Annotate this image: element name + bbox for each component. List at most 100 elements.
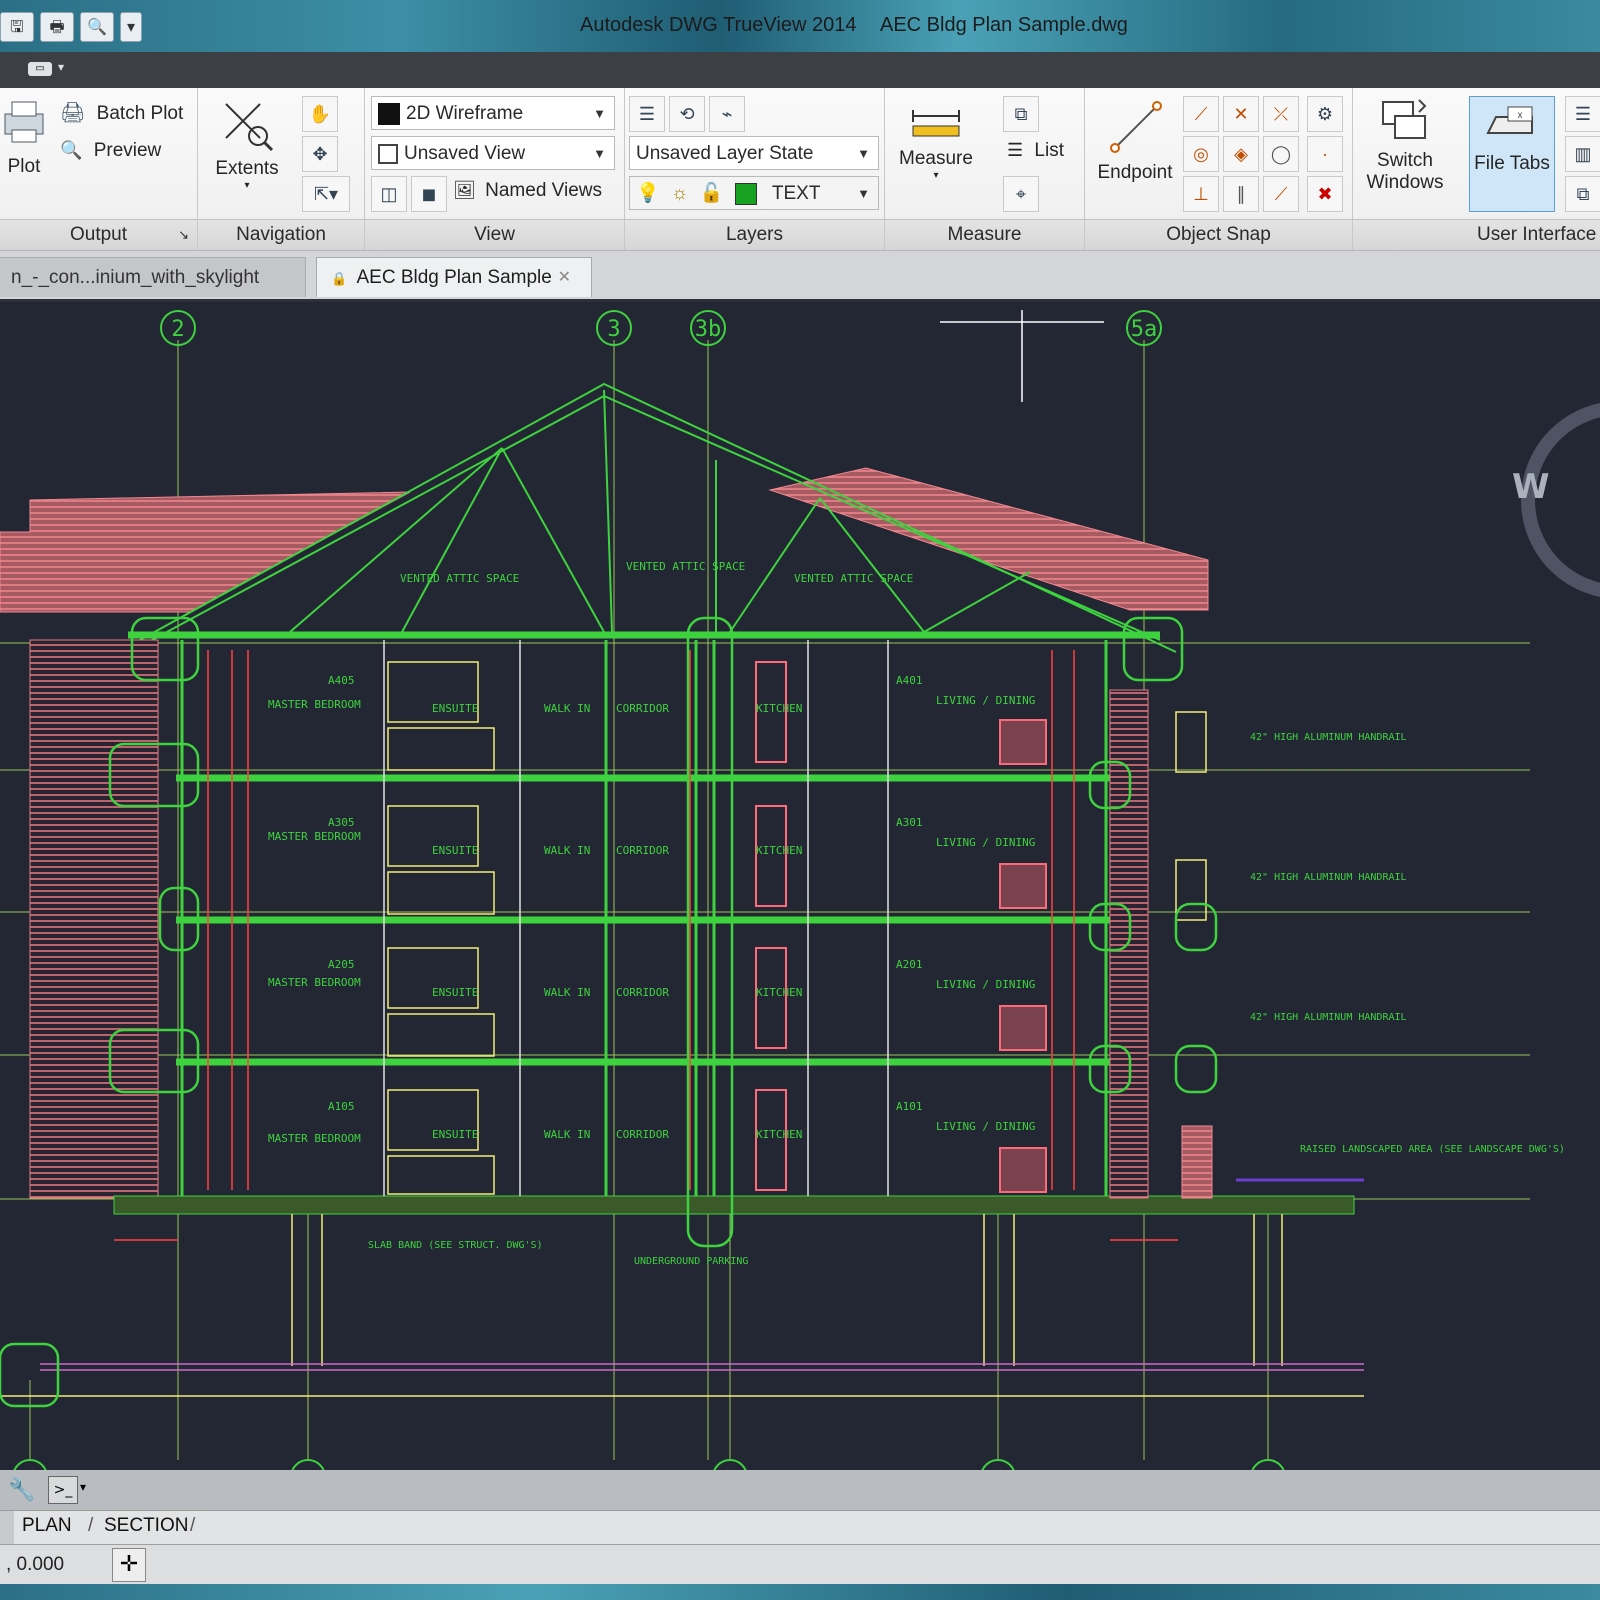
endpoint-button[interactable]: Endpoint: [1089, 96, 1181, 184]
command-line-icon[interactable]: >_: [48, 1476, 78, 1504]
nearest-snap-icon[interactable]: ⟋: [1263, 176, 1299, 212]
svg-text:x: x: [1518, 110, 1523, 121]
room-label: ENSUITE: [432, 986, 478, 999]
center-snap-icon[interactable]: ◎: [1183, 136, 1219, 172]
parallel-snap-icon[interactable]: ∥: [1223, 176, 1259, 212]
steering-wheel-icon[interactable]: ⇱▾: [302, 176, 350, 212]
measure-button[interactable]: Measure ▾: [887, 102, 985, 181]
named-view-value: Unsaved View: [404, 143, 526, 164]
file-tabs-button[interactable]: x File Tabs: [1469, 96, 1555, 212]
room-label: ENSUITE: [432, 844, 478, 857]
wrench-icon[interactable]: 🔧: [8, 1478, 35, 1503]
visual-style-icon: [378, 102, 400, 125]
parking-note: UNDERGROUND PARKING: [634, 1256, 748, 1267]
list-button[interactable]: ☰ List: [1007, 140, 1064, 162]
plot-label: Plot: [7, 156, 41, 177]
snap-off-icon[interactable]: ✖: [1307, 176, 1343, 212]
right-roof-hatch: [768, 467, 1209, 611]
snap-mode-icon[interactable]: ✛: [112, 1548, 146, 1582]
crosshair-cursor: [940, 310, 1104, 402]
file-tab-condominium[interactable]: n_-_con...inium_with_skylight: [0, 257, 306, 297]
save-icon[interactable]: 🖫: [0, 12, 34, 42]
perpendicular-snap-icon[interactable]: ⊥: [1183, 176, 1219, 212]
chevron-down-icon[interactable]: ▾: [80, 1480, 86, 1494]
quadrant-snap-icon[interactable]: ◈: [1223, 136, 1259, 172]
close-icon[interactable]: ✕: [558, 258, 571, 298]
node-snap-icon[interactable]: ·: [1307, 136, 1343, 172]
named-view-select[interactable]: Unsaved View ▼: [371, 136, 615, 170]
landscape-planter: [1181, 1125, 1213, 1199]
preview-icon[interactable]: 🔍: [80, 12, 114, 42]
layer-select[interactable]: 💡 ☼ 🔓 TEXT ▼: [629, 176, 879, 210]
unit-tag: A401: [896, 674, 923, 687]
preview-button[interactable]: 🔍 Preview: [60, 140, 161, 162]
chevron-down-icon: ▼: [593, 106, 606, 121]
tile-horizontal-icon[interactable]: ☰: [1565, 96, 1600, 132]
plot-button[interactable]: Plot: [0, 98, 48, 178]
viewcube[interactable]: W: [1512, 403, 1600, 597]
panel-user-interface: Switch Windows x File Tabs ☰ ▥ ⧉ User In…: [1353, 88, 1600, 250]
fixtures: [0, 661, 1364, 1397]
room-label: KITCHEN: [756, 986, 802, 999]
grid-tag: 5a: [1131, 317, 1158, 342]
parking-slab: [40, 1363, 1364, 1371]
id-point-icon[interactable]: ⧉: [1003, 96, 1039, 132]
current-layer-value: TEXT: [771, 183, 821, 204]
model-tab-edge[interactable]: [0, 1511, 14, 1545]
layout-tab-plan[interactable]: PLAN: [22, 1515, 72, 1537]
attic-label: VENTED ATTIC SPACE: [794, 572, 913, 585]
user-interface-panel-title: User Interface: [1353, 219, 1600, 250]
pan-hand-icon[interactable]: ✋: [302, 96, 338, 132]
view-icon: [378, 143, 398, 164]
drawing-canvas[interactable]: 2 3 3b 5a VENTED ATTIC SPACE VENTED ATTI…: [0, 302, 1600, 1495]
named-views-button[interactable]: 🖼 Named Views: [453, 180, 602, 202]
file-tab-label: n_-_con...inium_with_skylight: [11, 267, 260, 288]
snap-settings-icon[interactable]: ⚙: [1307, 96, 1343, 132]
midpoint-snap-icon[interactable]: ⟋: [1183, 96, 1219, 132]
list-label: List: [1034, 140, 1064, 161]
ground-slab: [113, 1195, 1355, 1215]
layout-tab-section[interactable]: SECTION: [104, 1515, 188, 1537]
batch-plot-icon: 🖨: [60, 102, 86, 124]
chevron-down-icon[interactable]: ▾: [58, 60, 64, 74]
cube-wire-icon[interactable]: ◫: [371, 176, 407, 212]
cube-solid-icon[interactable]: ◼: [411, 176, 447, 212]
named-views-icon: 🖼: [453, 180, 476, 200]
panel-output: Plot 🖨 Batch Plot 🔍 Preview Output ↘: [0, 88, 198, 250]
room-label: WALK IN: [544, 702, 590, 715]
switch-windows-button[interactable]: Switch Windows: [1355, 96, 1455, 194]
intersection-snap-icon[interactable]: ✕: [1223, 96, 1259, 132]
workspace-switch-icon[interactable]: ▭: [28, 62, 52, 76]
dialog-launcher-icon[interactable]: ↘: [178, 220, 189, 250]
plot-icon[interactable]: 🖶: [40, 12, 74, 42]
grid-bubbles: [12, 310, 1286, 1495]
visual-style-select[interactable]: 2D Wireframe ▼: [371, 96, 615, 130]
layer-state-select[interactable]: Unsaved Layer State ▼: [629, 136, 879, 170]
tile-vertical-icon[interactable]: ▥: [1565, 136, 1600, 172]
layer-properties-icon[interactable]: ☰: [629, 96, 665, 132]
chevron-down-icon[interactable]: ▾: [210, 180, 284, 191]
output-panel-title: Output ↘: [0, 219, 197, 250]
extents-button[interactable]: Extents ▾: [210, 98, 284, 191]
batch-plot-button[interactable]: 🖨 Batch Plot: [60, 100, 183, 125]
attic-label: VENTED ATTIC SPACE: [626, 560, 745, 573]
apparent-intersection-icon[interactable]: ⤫: [1263, 96, 1299, 132]
layout-tabs: PLAN / SECTION /: [0, 1510, 1600, 1545]
layer-freeze-icon[interactable]: ⌁: [709, 96, 745, 132]
qa-dropdown-icon[interactable]: ▾: [120, 12, 142, 42]
object-snap-panel-title: Object Snap: [1085, 219, 1352, 250]
tangent-snap-icon[interactable]: ◯: [1263, 136, 1299, 172]
orbit-icon[interactable]: ✥: [302, 136, 338, 172]
room-label: KITCHEN: [756, 844, 802, 857]
room-label: CORRIDOR: [616, 1128, 669, 1141]
chevron-down-icon: ▼: [857, 186, 870, 201]
output-title-label: Output: [69, 224, 128, 245]
file-tab-aec-bldg[interactable]: 🔒 AEC Bldg Plan Sample ✕: [316, 257, 592, 297]
locate-point-icon[interactable]: ⌖: [1003, 176, 1039, 212]
cascade-icon[interactable]: ⧉: [1565, 176, 1600, 212]
layer-tools-icon[interactable]: ⟲: [669, 96, 705, 132]
chevron-down-icon[interactable]: ▾: [887, 170, 985, 181]
batch-plot-label: Batch Plot: [96, 103, 184, 124]
unit-tag: A305: [328, 816, 355, 829]
room-label: MASTER BEDROOM: [268, 976, 361, 989]
